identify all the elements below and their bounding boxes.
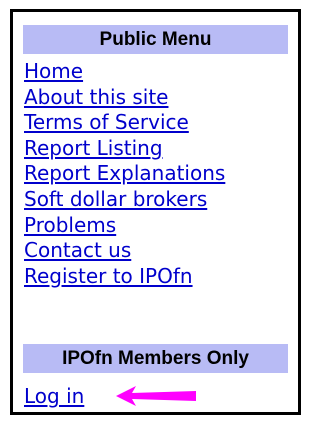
list-item: Terms of Service xyxy=(24,110,225,136)
arrow-left-icon xyxy=(116,386,196,406)
public-menu-header: Public Menu xyxy=(23,25,288,54)
list-item: Report Explanations xyxy=(24,161,225,187)
members-menu-title: IPOfn Members Only xyxy=(62,348,249,369)
problems-link[interactable]: Problems xyxy=(24,213,116,237)
list-item: Home xyxy=(24,59,225,85)
list-item: About this site xyxy=(24,85,225,111)
about-link[interactable]: About this site xyxy=(24,85,168,109)
login-row: Log in xyxy=(24,383,84,409)
contact-us-link[interactable]: Contact us xyxy=(24,238,131,262)
list-item: Problems xyxy=(24,213,225,239)
list-item: Report Listing xyxy=(24,136,225,162)
public-menu-list: Home About this site Terms of Service Re… xyxy=(24,59,225,289)
terms-of-service-link[interactable]: Terms of Service xyxy=(24,110,189,134)
public-menu-title: Public Menu xyxy=(99,29,212,50)
soft-dollar-brokers-link[interactable]: Soft dollar brokers xyxy=(24,187,207,211)
report-explanations-link[interactable]: Report Explanations xyxy=(24,161,225,185)
members-menu-header: IPOfn Members Only xyxy=(23,344,288,373)
menu-panel: Public Menu Home About this site Terms o… xyxy=(10,9,301,415)
list-item: Register to IPOfn xyxy=(24,264,225,290)
home-link[interactable]: Home xyxy=(24,59,83,83)
report-listing-link[interactable]: Report Listing xyxy=(24,136,163,160)
list-item: Contact us xyxy=(24,238,225,264)
list-item: Soft dollar brokers xyxy=(24,187,225,213)
register-link[interactable]: Register to IPOfn xyxy=(24,264,193,288)
login-link[interactable]: Log in xyxy=(24,384,84,408)
